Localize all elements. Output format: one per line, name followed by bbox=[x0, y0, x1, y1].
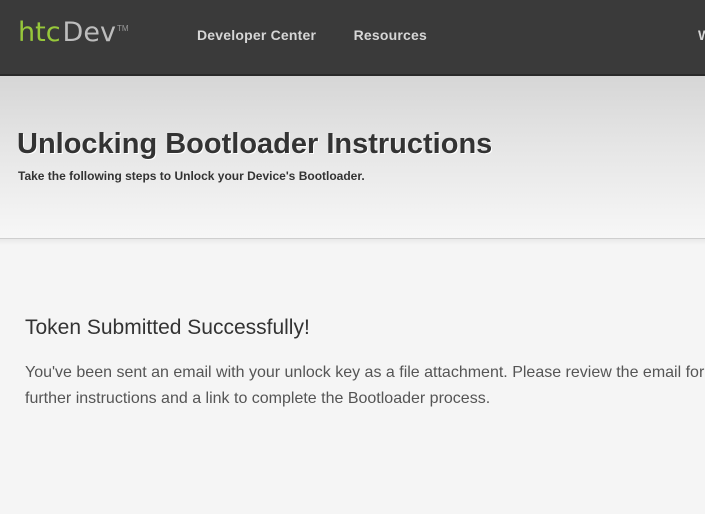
nav-developer-center[interactable]: Developer Center bbox=[197, 27, 316, 43]
success-message: You've been sent an email with your unlo… bbox=[25, 364, 705, 407]
page-header-banner: Unlocking Bootloader Instructions Take t… bbox=[0, 76, 705, 239]
page-title: Unlocking Bootloader Instructions bbox=[17, 128, 493, 160]
success-heading: Token Submitted Successfully! bbox=[25, 316, 310, 339]
logo-trademark: TM bbox=[116, 24, 129, 33]
nav-item-cut-off[interactable]: W bbox=[698, 27, 705, 43]
logo-dev-text: Dev bbox=[62, 17, 116, 48]
top-navigation-bar: htcDevTM Developer Center Resources W bbox=[0, 0, 705, 76]
logo-htc-text: htc bbox=[18, 17, 61, 48]
nav-resources[interactable]: Resources bbox=[354, 27, 427, 43]
main-nav: Developer Center Resources bbox=[197, 27, 460, 45]
htcdev-logo[interactable]: htcDevTM bbox=[18, 18, 129, 48]
banner-divider bbox=[0, 239, 705, 245]
page-subtitle: Take the following steps to Unlock your … bbox=[18, 169, 365, 183]
main-content: Token Submitted Successfully! You've bee… bbox=[25, 316, 705, 412]
